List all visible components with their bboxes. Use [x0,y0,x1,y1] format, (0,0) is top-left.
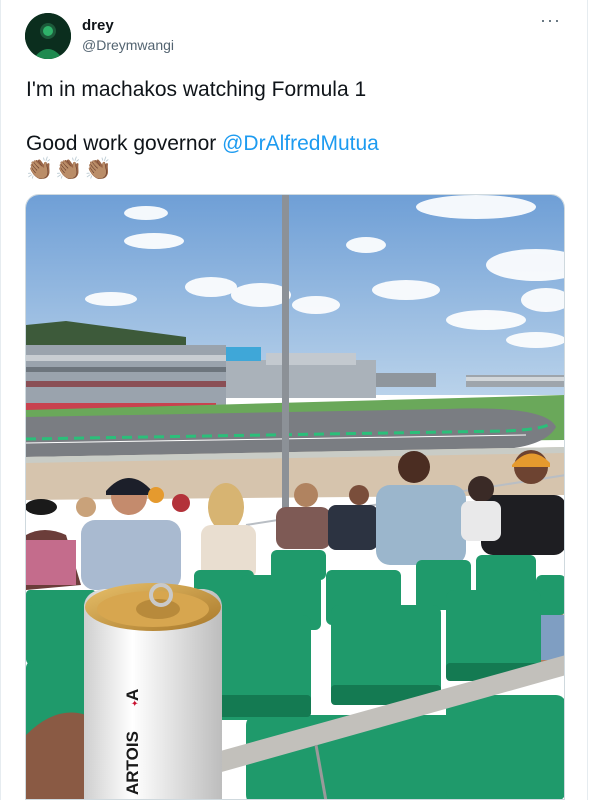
tweet-line-2-text: Good work governor [26,132,223,155]
can-brand-text: ARTOIS [123,731,142,795]
beer-can: ARTOIS ✦ A [84,583,222,799]
tweet-photo[interactable]: ARTOIS ✦ A [25,194,565,800]
user-handle[interactable]: @Dreymwangi [82,37,174,53]
avatar[interactable] [25,13,71,59]
light-pole [282,195,289,525]
mention-link[interactable]: @DrAlfredMutua [222,132,379,155]
tweet-text: I'm in machakos watching Formula 1 Good … [26,76,566,157]
display-name[interactable]: drey [82,17,114,34]
grandstand-building [26,345,226,405]
video-screen [226,347,261,361]
clapping-hands-emoji: 👏🏽👏🏽👏🏽 [26,156,115,181]
tweet-line-1: I'm in machakos watching Formula 1 [26,78,367,101]
tweet-card: drey @Dreymwangi ··· I'm in machakos wat… [0,0,588,800]
can-brand-prefix: A [123,689,142,701]
tweet-line-2: Good work governor @DrAlfredMutua [26,130,566,157]
more-options-icon[interactable]: ··· [540,10,561,31]
